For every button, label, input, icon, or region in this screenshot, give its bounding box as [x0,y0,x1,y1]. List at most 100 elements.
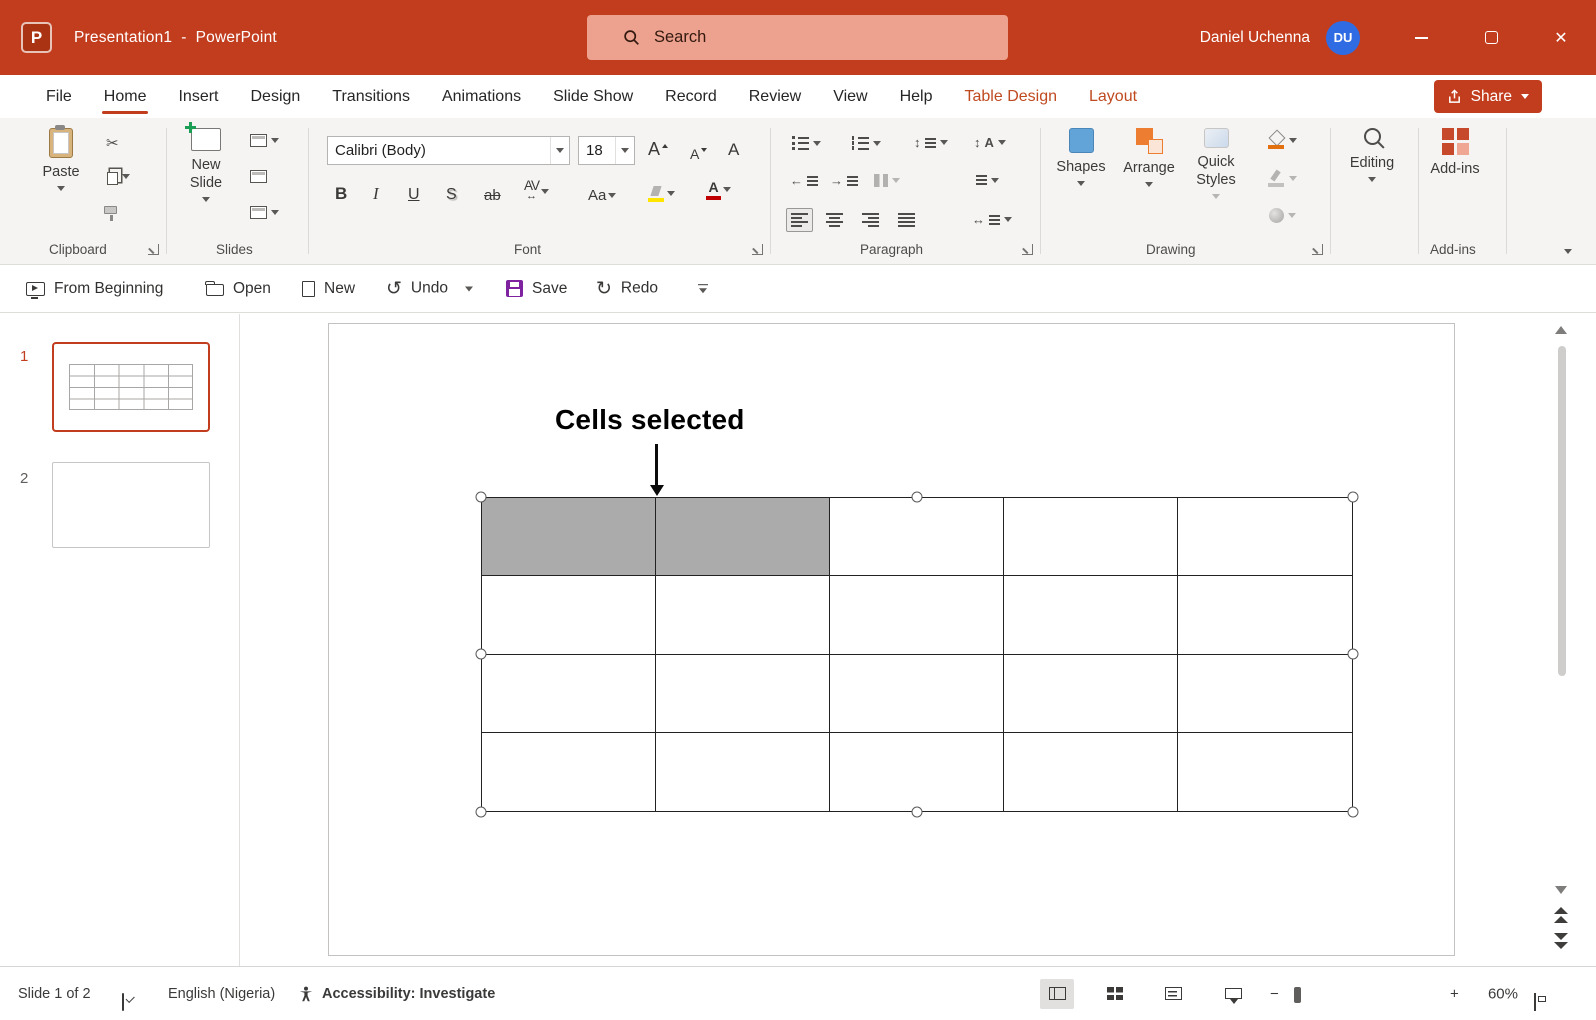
table-cell[interactable] [482,655,656,733]
character-spacing-button[interactable]: AV ↔ [524,178,549,202]
proofing-icon[interactable] [122,993,124,1011]
tab-help[interactable]: Help [884,75,949,118]
annotation-text[interactable]: Cells selected [555,404,745,436]
vertical-scrollbar[interactable] [1554,322,1570,960]
format-painter-button[interactable] [104,210,117,214]
table-cell[interactable] [482,733,656,811]
table-cell[interactable] [830,733,1004,811]
change-case-button[interactable]: Aa [588,180,616,204]
font-color-button[interactable]: A [706,176,731,200]
previous-slide-button[interactable] [1554,907,1568,924]
copy-button[interactable] [104,168,130,185]
table-cell[interactable] [1178,655,1352,733]
tab-review[interactable]: Review [733,75,817,118]
table-cell[interactable] [1004,576,1178,654]
table-cell[interactable] [1178,576,1352,654]
scrollbar-thumb[interactable] [1558,346,1566,676]
minimize-button[interactable] [1386,0,1456,75]
from-beginning-button[interactable]: From Beginning [26,280,163,298]
align-right-button[interactable] [862,213,879,227]
slide-2-thumbnail[interactable] [52,462,210,548]
accessibility-status[interactable]: Accessibility: Investigate [322,986,495,1002]
table-resize-handle-top-left[interactable] [476,492,487,503]
align-text-button[interactable] [976,174,999,186]
fit-to-window-icon[interactable] [1534,993,1536,1011]
slide-editing-surface[interactable]: Cells selected [328,323,1455,956]
italic-button[interactable]: I [373,180,379,204]
table-cell[interactable] [830,655,1004,733]
bullets-button[interactable] [792,136,821,150]
table-cell[interactable] [1004,655,1178,733]
save-button[interactable]: Save [506,280,567,298]
shape-outline-button[interactable] [1268,170,1297,187]
align-center-button[interactable] [826,213,843,227]
reading-view-button[interactable] [1156,979,1190,1009]
table-cell[interactable] [830,576,1004,654]
grow-font-button[interactable]: A [648,136,668,160]
bold-button[interactable]: B [335,180,347,204]
slide-table[interactable] [481,497,1353,812]
strikethrough-button[interactable]: ab [484,180,501,204]
shrink-font-button[interactable]: A [690,138,707,162]
table-cell[interactable] [1178,733,1352,811]
quick-styles-button[interactable]: Quick Styles [1188,128,1244,199]
table-cell[interactable] [830,498,1004,576]
table-resize-handle-top-center[interactable] [912,492,923,503]
increase-indent-button[interactable]: → [830,174,858,187]
font-size-combobox[interactable]: 18 [578,136,635,165]
font-family-combobox[interactable]: Calibri (Body) [327,136,570,165]
font-dialog-launcher[interactable] [752,244,763,255]
slide-1-thumbnail[interactable] [52,342,210,432]
avatar[interactable]: DU [1326,21,1360,55]
undo-button[interactable]: ↺ Undo [386,279,473,298]
text-shadow-button[interactable]: S [446,180,457,204]
close-button[interactable]: ✕ [1526,0,1596,75]
reset-slide-button[interactable] [250,170,267,183]
justify-button[interactable] [898,213,915,227]
align-left-button[interactable] [786,208,813,232]
shape-fill-button[interactable] [1268,132,1297,149]
table-cell[interactable] [1004,498,1178,576]
font-family-dropdown[interactable] [550,137,569,164]
table-cell[interactable] [656,498,830,576]
slide-sorter-view-button[interactable] [1098,979,1132,1009]
redo-button[interactable]: ↻ Redo [596,279,658,298]
font-size-dropdown[interactable] [615,137,634,164]
next-slide-button[interactable] [1554,933,1568,950]
new-slide-button[interactable]: New Slide [178,128,234,202]
tab-design[interactable]: Design [234,75,316,118]
scroll-down-icon[interactable] [1555,886,1567,894]
table-cell[interactable] [1004,733,1178,811]
text-direction-button[interactable]: ↕A [974,136,1006,149]
numbering-button[interactable] [852,136,881,150]
normal-view-button[interactable] [1040,979,1074,1009]
columns-button[interactable] [874,174,900,187]
cut-button[interactable]: ✂ [106,136,119,151]
drawing-dialog-launcher[interactable] [1312,244,1323,255]
convert-to-smartart-button[interactable]: ↔ [972,213,1012,226]
annotation-arrow[interactable] [655,444,658,486]
add-ins-button[interactable]: Add-ins [1426,128,1484,178]
maximize-button[interactable] [1456,0,1526,75]
share-button[interactable]: Share [1434,80,1542,113]
search-box[interactable]: Search [587,15,1008,60]
section-button[interactable] [250,206,279,219]
collapse-ribbon-button[interactable] [1564,249,1572,254]
tab-file[interactable]: File [30,75,88,118]
tab-animations[interactable]: Animations [426,75,537,118]
toolbar-overflow-button[interactable] [698,284,708,294]
table-resize-handle-bottom-left[interactable] [476,807,487,818]
table-resize-handle-top-right[interactable] [1348,492,1359,503]
tab-slide-show[interactable]: Slide Show [537,75,649,118]
table-cell[interactable] [1178,498,1352,576]
editing-button[interactable]: Editing [1342,128,1402,182]
language-indicator[interactable]: English (Nigeria) [168,986,275,1002]
new-button[interactable]: New [302,280,355,298]
zoom-in-button[interactable]: + [1450,985,1459,1002]
clipboard-dialog-launcher[interactable] [148,244,159,255]
table-resize-handle-mid-right[interactable] [1348,649,1359,660]
table-resize-handle-bottom-right[interactable] [1348,807,1359,818]
paragraph-dialog-launcher[interactable] [1022,244,1033,255]
table-cell[interactable] [656,576,830,654]
zoom-out-button[interactable]: − [1270,985,1279,1002]
